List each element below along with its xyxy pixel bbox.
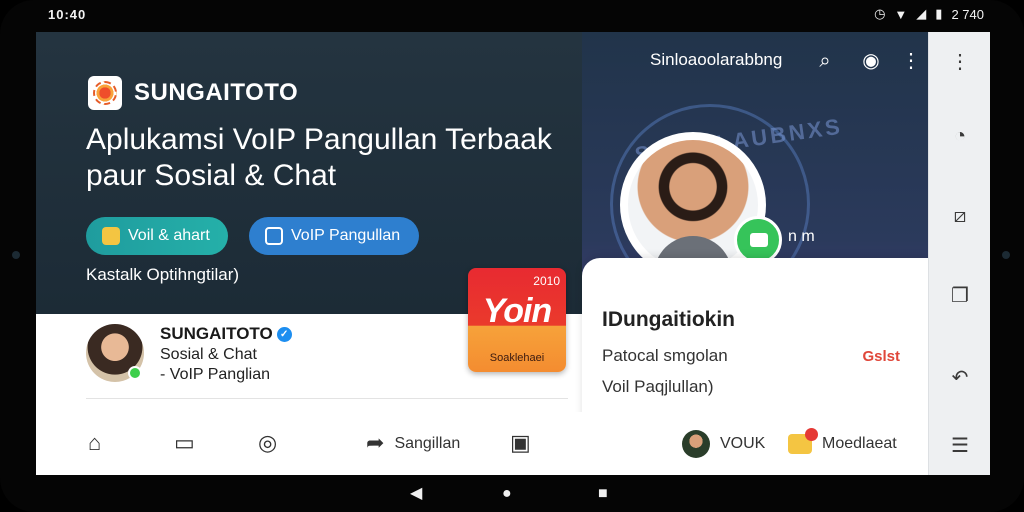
system-nav-bar: ◀ ● ■ — [0, 476, 1024, 512]
chat-icon — [102, 227, 120, 245]
more-vert-icon[interactable]: ⋮ — [898, 48, 924, 74]
search-icon[interactable]: ⌕ — [812, 48, 838, 74]
contact-subtitle: Patocal smgolan — [602, 346, 728, 365]
promo-tagline: Soaklehaei — [489, 352, 545, 364]
status-ring-icon[interactable]: ◉ — [858, 48, 884, 74]
camera-icon[interactable]: ◎ — [258, 428, 277, 458]
home-circle-icon[interactable]: ● — [502, 486, 512, 502]
battery-icon: ▮ — [935, 6, 943, 21]
notification-chat-icon — [788, 428, 818, 455]
document-icon — [265, 227, 283, 245]
sun-logo-icon — [93, 81, 117, 105]
voip-call-button[interactable]: VoIP Pangullan — [249, 217, 419, 255]
profile-name-row: SUNGAITOTO ✓ — [160, 324, 292, 344]
avatar — [682, 430, 710, 459]
device-frame: 10:40 ◷ ▼ ◢ ▮ 2 740 SUNGAITOTO Aplukamsi… — [0, 0, 1024, 512]
side-rail: ⋮ ◔ ⧄ ❐ ↶ ☰ — [928, 32, 990, 475]
promo-year: 2010 — [533, 274, 560, 288]
promo-tile[interactable]: 2010 Yoin Soaklehaei — [468, 268, 566, 372]
signal-icon: ◢ — [916, 6, 927, 21]
voice-label: VOUK — [720, 435, 766, 453]
status-clock: 2 740 — [951, 6, 984, 22]
message-icon[interactable] — [734, 216, 782, 264]
messages-tab[interactable]: Moedlaeat — [788, 428, 897, 458]
status-icons: ◷ ▼ ◢ ▮ 2 740 — [874, 6, 984, 22]
share-icon: ➦ — [366, 430, 385, 455]
bottom-nav: ⌂ ▭ ◎ ➦ Sangillan ▣ VOUK Moedlaeat — [36, 412, 928, 475]
copy-icon[interactable]: ❐ — [948, 284, 972, 308]
chat-bubble-icon[interactable]: ▭ — [174, 428, 195, 458]
status-time: 10:40 — [48, 7, 87, 22]
messages-label: Moedlaeat — [822, 435, 897, 453]
profile-description: - VoIP Panglian — [160, 366, 271, 383]
contact-detail: Voil Paqjlullan) — [602, 377, 714, 396]
brand-logo — [88, 76, 122, 110]
hero-headline: Aplukamsi VoIP Pangullan Terbaak paur So… — [86, 122, 566, 194]
promo-logo-text: Yoin — [482, 292, 552, 330]
profile-card[interactable]: SUNGAITOTO ✓ Sosial & Chat - VoIP Panglia… — [86, 324, 506, 386]
voip-call-label: VoIP Pangullan — [291, 227, 401, 244]
camera-dot — [12, 251, 20, 259]
menu-icon[interactable]: ☰ — [948, 434, 972, 458]
share-label: Sangillan — [394, 435, 461, 453]
panel-side-text: n m — [788, 228, 815, 245]
alarm-icon: ◷ — [874, 6, 886, 21]
voice-chat-label: Voil & ahart — [128, 227, 210, 244]
headline-line-1: Aplukamsi VoIP Pangullan Terbaak — [86, 123, 552, 156]
status-bar: 10:40 ◷ ▼ ◢ ▮ 2 740 — [0, 0, 1024, 30]
voice-tab[interactable]: VOUK — [682, 428, 766, 459]
profile-subtitle: Sosial & Chat — [160, 346, 257, 363]
brand: SUNGAITOTO — [88, 76, 298, 110]
sensor-dot — [1002, 251, 1010, 259]
back-icon[interactable]: ◀ — [410, 486, 422, 502]
clock-icon[interactable]: ◔ — [948, 124, 972, 148]
share-tab[interactable]: ➦ Sangillan — [366, 428, 460, 458]
wifi-icon: ▼ — [894, 6, 908, 22]
home-icon[interactable]: ⌂ — [88, 428, 101, 458]
more-vert-icon[interactable]: ⋮ — [948, 50, 972, 74]
recents-icon[interactable]: ■ — [598, 486, 608, 502]
panel-title: Sinloaoolarabbng — [650, 50, 783, 69]
headline-line-2: paur Sosial & Chat — [86, 159, 337, 192]
message-square-icon[interactable]: ▣ — [510, 428, 531, 458]
verified-icon: ✓ — [276, 327, 292, 343]
edit-icon[interactable]: ⧄ — [948, 204, 972, 228]
undo-icon[interactable]: ↶ — [948, 366, 972, 390]
brand-name: SUNGAITOTO — [134, 79, 299, 106]
contact-status-badge[interactable]: Gslst — [862, 348, 900, 365]
profile-name: SUNGAITOTO — [160, 324, 273, 343]
online-indicator — [128, 366, 142, 380]
voice-chat-button[interactable]: Voil & ahart — [86, 217, 228, 255]
contact-name: IDungaitiokin — [602, 308, 735, 331]
divider — [86, 398, 568, 399]
app-screen: SUNGAITOTO Aplukamsi VoIP Pangullan Terb… — [36, 32, 990, 475]
contact-link[interactable]: Kastalk Optihngtilar) — [86, 265, 239, 285]
